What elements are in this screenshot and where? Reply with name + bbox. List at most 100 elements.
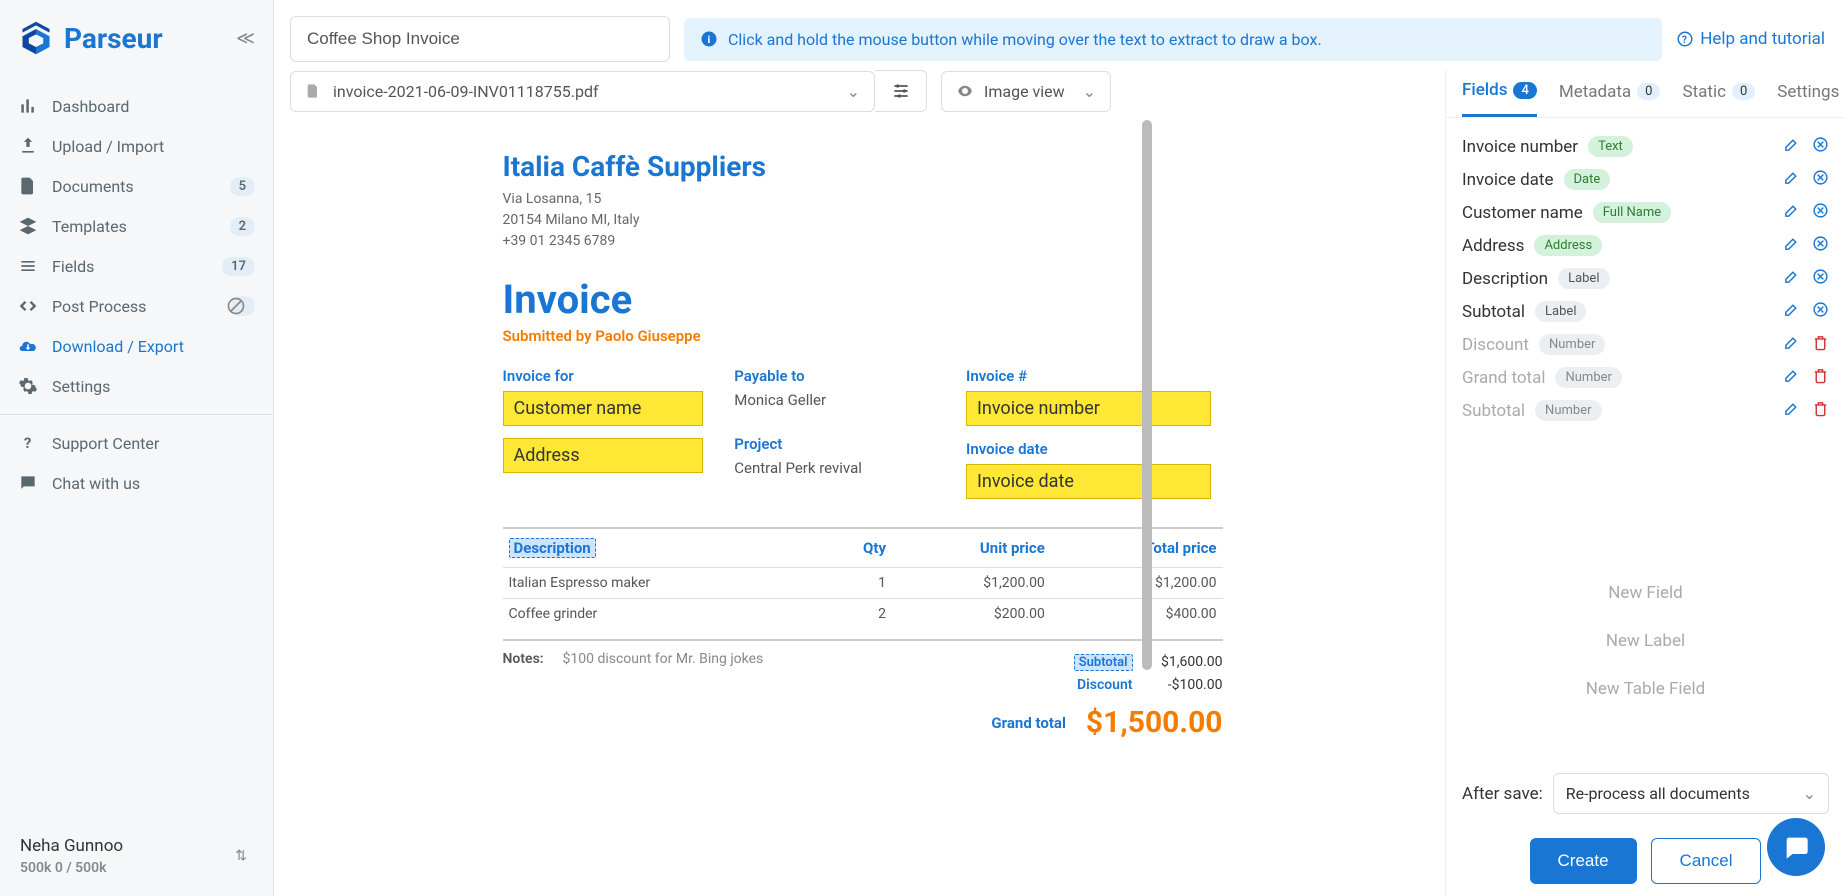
notes-row: Notes: $100 discount for Mr. Bing jokes …: [503, 639, 1223, 743]
chevron-down-icon: ⌄: [847, 82, 860, 101]
discount-label: Discount: [1077, 677, 1133, 693]
filename: invoice-2021-06-09-INV01118755.pdf: [333, 82, 599, 101]
nav-label: Post Process: [52, 297, 146, 316]
chevron-down-icon: ⌄: [1083, 82, 1096, 101]
field-row[interactable]: Customer nameFull Name: [1462, 196, 1829, 229]
edit-icon[interactable]: [1783, 235, 1800, 256]
cancel-button[interactable]: Cancel: [1651, 838, 1762, 884]
field-row[interactable]: Invoice numberText: [1462, 130, 1829, 163]
field-name: Invoice date: [1462, 170, 1554, 190]
field-tag: Full Name: [1593, 202, 1671, 223]
field-actions: [1783, 268, 1829, 289]
nav-label: Chat with us: [52, 474, 140, 493]
create-button[interactable]: Create: [1530, 838, 1637, 884]
nav-post-process[interactable]: Post Process: [0, 286, 273, 326]
field-actions: [1783, 169, 1829, 190]
layers-icon: [18, 216, 38, 236]
badge: 17: [222, 257, 255, 276]
field-actions: [1783, 136, 1829, 157]
divider: [0, 414, 273, 415]
remove-icon[interactable]: [1812, 268, 1829, 289]
document-icon: [18, 176, 38, 196]
field-row[interactable]: SubtotalLabel: [1462, 295, 1829, 328]
field-row[interactable]: DescriptionLabel: [1462, 262, 1829, 295]
highlight-subtotal[interactable]: Subtotal: [1074, 654, 1133, 671]
label-invoice-no: Invoice #: [966, 367, 1223, 385]
company-name: Italia Caffè Suppliers: [503, 150, 1223, 183]
chart-icon: [18, 96, 38, 116]
highlight-invoice-date[interactable]: Invoice date: [966, 464, 1211, 499]
badge: 2: [230, 217, 255, 236]
logo-row: Parseur ≪: [0, 0, 273, 76]
nav-support[interactable]: ?Support Center: [0, 423, 273, 463]
edit-icon[interactable]: [1783, 136, 1800, 157]
tab-settings[interactable]: Settings: [1777, 80, 1839, 117]
info-text: Click and hold the mouse button while mo…: [728, 30, 1322, 49]
highlight-address[interactable]: Address: [503, 438, 703, 473]
remove-icon[interactable]: [1812, 136, 1829, 157]
field-row[interactable]: AddressAddress: [1462, 229, 1829, 262]
new-field-link[interactable]: New Field: [1446, 569, 1845, 617]
user-area[interactable]: Neha Gunnoo 500k 0 / 500k ⇅: [20, 836, 253, 876]
field-row[interactable]: DiscountNumber: [1462, 328, 1829, 361]
nav-upload[interactable]: Upload / Import: [0, 126, 273, 166]
field-row[interactable]: Grand totalNumber: [1462, 361, 1829, 394]
edit-icon[interactable]: [1783, 301, 1800, 322]
highlight-customer-name[interactable]: Customer name: [503, 391, 703, 426]
field-tag: Date: [1564, 169, 1611, 190]
edit-icon[interactable]: [1783, 202, 1800, 223]
delete-icon[interactable]: [1812, 367, 1829, 388]
after-save-select[interactable]: Re-process all documents ⌄: [1553, 773, 1829, 814]
nav-chat[interactable]: Chat with us: [0, 463, 273, 503]
brand-name: Parseur: [64, 22, 163, 55]
nav-label: Documents: [52, 177, 134, 196]
edit-icon[interactable]: [1783, 400, 1800, 421]
info-icon: i: [700, 30, 718, 48]
tab-static[interactable]: Static0: [1682, 80, 1755, 117]
nav-templates[interactable]: Templates2: [0, 206, 273, 246]
delete-icon[interactable]: [1812, 334, 1829, 355]
sidebar-collapse-button[interactable]: ≪: [236, 28, 255, 49]
nav-label: Dashboard: [52, 97, 129, 116]
delete-icon[interactable]: [1812, 400, 1829, 421]
remove-icon[interactable]: [1812, 235, 1829, 256]
nav-documents[interactable]: Documents5: [0, 166, 273, 206]
nav-dashboard[interactable]: Dashboard: [0, 86, 273, 126]
nav-fields[interactable]: Fields17: [0, 246, 273, 286]
view-selector[interactable]: Image view ⌄: [941, 71, 1111, 112]
highlight-invoice-number[interactable]: Invoice number: [966, 391, 1211, 426]
tab-metadata[interactable]: Metadata0: [1559, 80, 1661, 117]
help-link[interactable]: ? Help and tutorial: [1676, 29, 1825, 49]
template-title-input[interactable]: [290, 16, 670, 62]
invoice-document: Italia Caffè Suppliers Via Losanna, 15 2…: [503, 120, 1223, 793]
file-selector[interactable]: invoice-2021-06-09-INV01118755.pdf ⌄: [290, 71, 875, 112]
table-row: Coffee grinder 2 $200.00 $400.00: [503, 599, 1223, 630]
grand-total-value: $1,500.00: [1086, 705, 1223, 740]
edit-icon[interactable]: [1783, 169, 1800, 190]
nav-download-export[interactable]: Download / Export: [0, 326, 273, 366]
remove-icon[interactable]: [1812, 169, 1829, 190]
document-viewport[interactable]: Italia Caffè Suppliers Via Losanna, 15 2…: [290, 120, 1435, 896]
tab-fields[interactable]: Fields4: [1462, 80, 1537, 117]
highlight-description[interactable]: Description: [509, 538, 596, 558]
nav-settings[interactable]: Settings: [0, 366, 273, 406]
field-row[interactable]: SubtotalNumber: [1462, 394, 1829, 427]
new-table-field-link[interactable]: New Table Field: [1446, 665, 1845, 713]
filter-button[interactable]: [875, 70, 927, 112]
edit-icon[interactable]: [1783, 268, 1800, 289]
scrollbar[interactable]: [1142, 120, 1152, 670]
field-row[interactable]: Invoice date Date: [1462, 163, 1829, 196]
remove-icon[interactable]: [1812, 202, 1829, 223]
sidebar: Parseur ≪ Dashboard Upload / Import Docu…: [0, 0, 274, 896]
field-tag: Label: [1558, 268, 1609, 289]
download-icon: [18, 336, 38, 356]
edit-icon[interactable]: [1783, 367, 1800, 388]
chat-icon: [1782, 833, 1810, 861]
remove-icon[interactable]: [1812, 301, 1829, 322]
new-label-link[interactable]: New Label: [1446, 617, 1845, 665]
edit-icon[interactable]: [1783, 334, 1800, 355]
chat-bubble-button[interactable]: [1767, 818, 1825, 876]
nav: Dashboard Upload / Import Documents5 Tem…: [0, 76, 273, 513]
field-tag: Text: [1588, 136, 1633, 157]
field-tag: Number: [1539, 334, 1605, 355]
